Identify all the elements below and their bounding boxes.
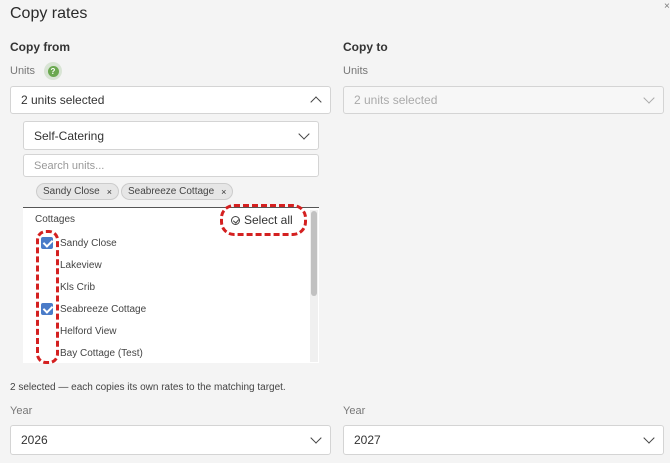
dialog-title: Copy rates	[10, 5, 88, 22]
copy-to-year-label: Year	[343, 405, 366, 417]
scrollbar-thumb[interactable]	[311, 211, 317, 296]
list-item-label: Seabreeze Cottage	[60, 303, 147, 315]
copy-from-units-label: Units	[10, 65, 36, 77]
copy-from-units-value: 2 units selected	[21, 93, 105, 107]
list-item[interactable]: Lakeview	[23, 254, 303, 276]
list-item-label: Sandy Close	[60, 237, 117, 249]
copy-to-units-label: Units	[343, 65, 369, 77]
checkbox[interactable]	[41, 237, 53, 249]
list-item[interactable]: Kls Crib	[23, 276, 303, 298]
chevron-up-icon	[310, 96, 322, 108]
copy-from-units-select[interactable]: 2 units selected	[10, 86, 331, 114]
list-item[interactable]: Bay Cottage (Test)	[23, 342, 303, 363]
select-all-label: Select all	[244, 213, 293, 227]
copy-from-year-label: Year	[10, 405, 33, 417]
list-group-header: Cottages	[35, 214, 76, 225]
checkbox[interactable]	[41, 259, 53, 271]
list-item-label: Lakeview	[60, 259, 102, 271]
chevron-down-icon	[643, 432, 655, 444]
select-all-button[interactable]: Select all	[231, 213, 293, 227]
units-list-panel: Cottages Select all Sandy Close Lakeview…	[23, 207, 319, 363]
chevron-down-icon	[298, 127, 310, 140]
copy-from-heading: Copy from	[10, 40, 70, 54]
copy-from-year-select[interactable]: 2026	[10, 425, 331, 455]
list-item-label: Helford View	[60, 325, 117, 337]
remove-tag-icon[interactable]: ×	[107, 187, 112, 197]
tag-label: Sandy Close	[43, 186, 100, 197]
chevron-down-icon	[643, 92, 655, 104]
copy-to-units-value: 2 units selected	[354, 93, 438, 107]
help-icon[interactable]: ?	[44, 62, 62, 80]
check-circle-icon	[231, 215, 240, 225]
category-value: Self-Catering	[34, 128, 105, 143]
search-units-input[interactable]: Search units...	[23, 154, 319, 177]
list-item[interactable]: Seabreeze Cottage	[23, 298, 303, 320]
close-icon[interactable]: ×	[664, 0, 670, 14]
question-mark-icon: ?	[47, 65, 59, 77]
list-item[interactable]: Sandy Close	[23, 232, 303, 254]
search-units-placeholder: Search units...	[34, 159, 105, 172]
checkbox[interactable]	[41, 303, 53, 315]
checkbox[interactable]	[41, 325, 53, 337]
list-item-label: Bay Cottage (Test)	[60, 347, 143, 359]
remove-tag-icon[interactable]: ×	[221, 187, 226, 197]
selected-tag-seabreeze-cottage: Seabreeze Cottage ×	[121, 183, 234, 200]
copy-to-heading: Copy to	[343, 40, 388, 54]
selection-note: 2 selected — each copies its own rates t…	[10, 382, 286, 393]
copy-to-year-value: 2027	[354, 433, 381, 447]
copy-from-year-value: 2026	[21, 433, 48, 447]
category-select[interactable]: Self-Catering	[23, 121, 319, 150]
list-item-label: Kls Crib	[60, 281, 96, 293]
chevron-down-icon	[310, 432, 322, 444]
copy-to-units-select: 2 units selected	[343, 86, 664, 114]
selected-tag-sandy-close: Sandy Close ×	[36, 183, 119, 200]
checkbox[interactable]	[41, 281, 53, 293]
list-item[interactable]: Helford View	[23, 320, 303, 342]
checkbox[interactable]	[41, 347, 53, 359]
tag-label: Seabreeze Cottage	[128, 186, 215, 197]
copy-to-year-select[interactable]: 2027	[343, 425, 664, 455]
